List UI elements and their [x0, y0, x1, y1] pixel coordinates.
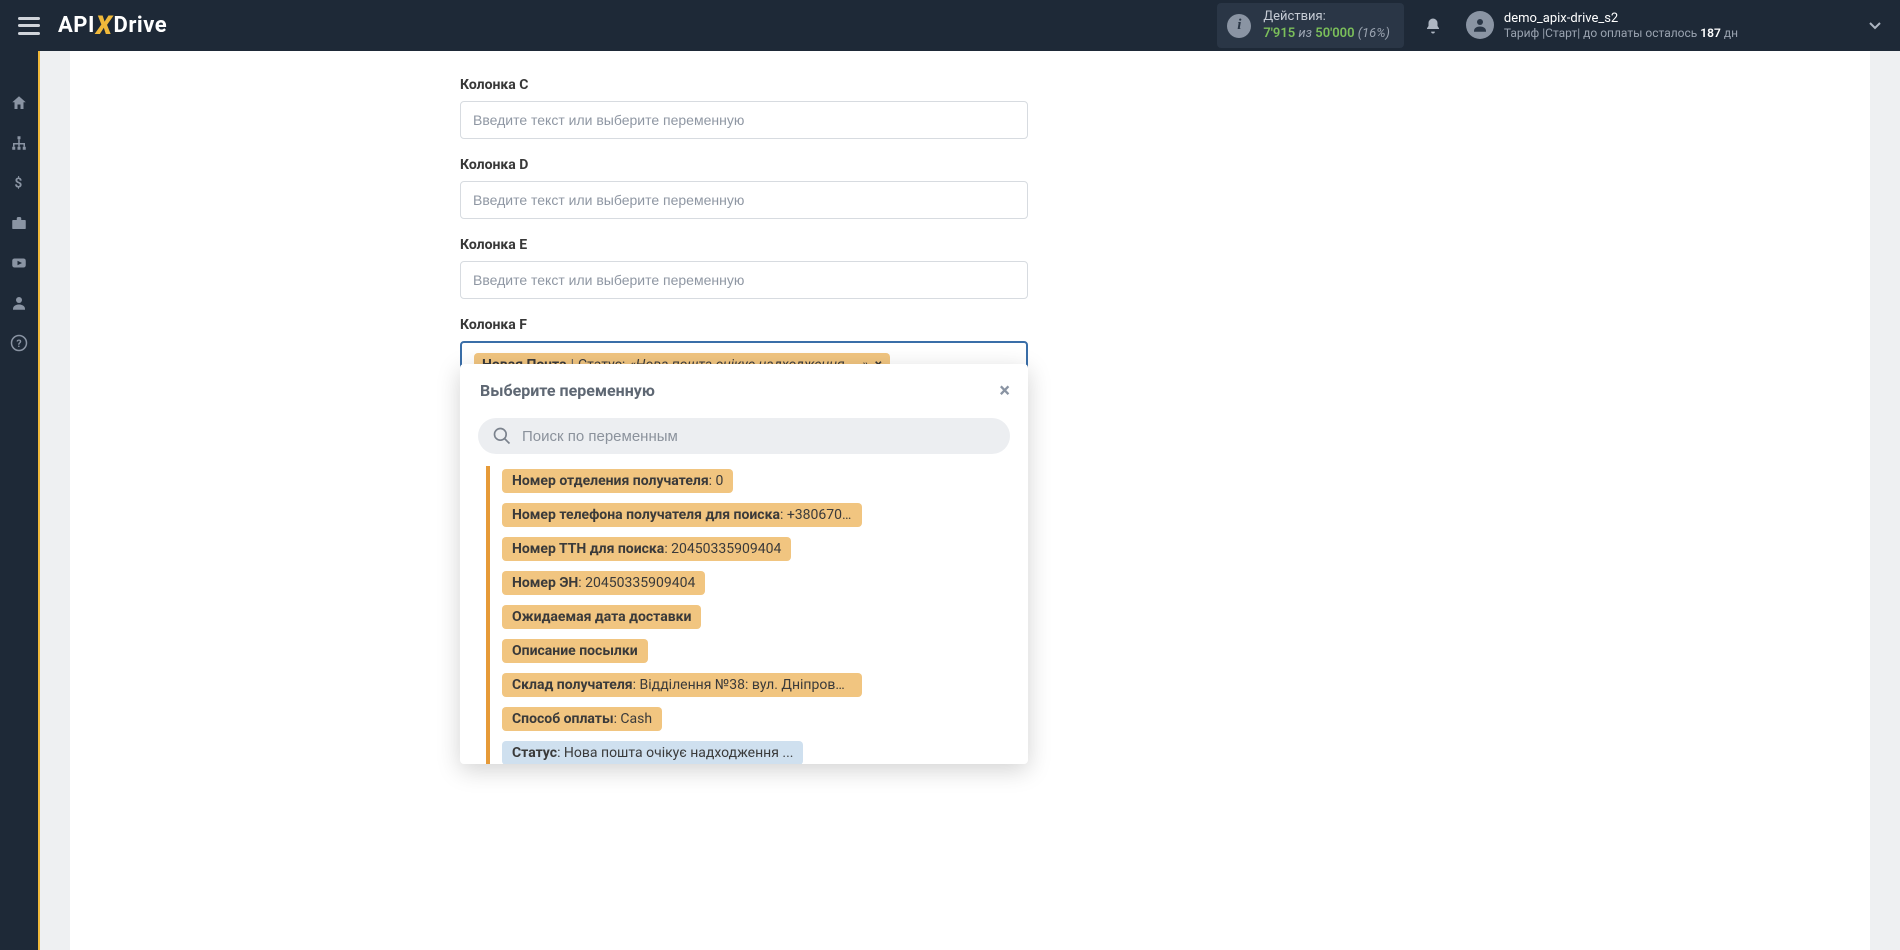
variable-dropdown: Выберите переменную × Номер отделения по…	[460, 364, 1028, 764]
variable-option[interactable]: Номер ТТН для поиска: 20450335909404	[502, 537, 791, 561]
variable-search[interactable]	[478, 418, 1010, 454]
actions-numbers: 7'915 из 50'000 (16%)	[1263, 26, 1390, 42]
field-label: Колонка E	[460, 237, 1028, 253]
field-column-e: Колонка E	[460, 237, 1028, 299]
variable-list[interactable]: Номер отделения получателя: 0 Номер телеф…	[460, 464, 1028, 764]
help-icon[interactable]: ?	[0, 323, 39, 363]
info-icon: i	[1227, 14, 1251, 38]
user-menu[interactable]: demo_apix-drive_s2 Тариф |Старт| до опла…	[1466, 11, 1738, 41]
youtube-icon[interactable]	[0, 243, 39, 283]
user-name: demo_apix-drive_s2	[1504, 11, 1738, 27]
chevron-down-icon[interactable]	[1868, 16, 1882, 35]
field-label: Колонка D	[460, 157, 1028, 173]
actions-label: Действия:	[1263, 9, 1390, 25]
form-card: Колонка C Колонка D Колонка E Колонка F …	[70, 51, 1870, 950]
account-icon[interactable]	[0, 283, 39, 323]
field-label: Колонка F	[460, 317, 1028, 333]
briefcase-icon[interactable]	[0, 203, 39, 243]
field-column-d: Колонка D	[460, 157, 1028, 219]
close-icon[interactable]: ×	[999, 378, 1010, 402]
menu-icon[interactable]	[18, 17, 40, 35]
svg-text:$: $	[15, 176, 23, 192]
logo[interactable]: APIXDrive	[58, 11, 167, 41]
avatar-icon	[1466, 11, 1494, 39]
variable-option[interactable]: Способ оплаты: Cash	[502, 707, 662, 731]
search-input[interactable]	[522, 428, 996, 445]
variable-option[interactable]: Ожидаемая дата доставки	[502, 605, 701, 629]
actions-counter[interactable]: i Действия: 7'915 из 50'000 (16%)	[1217, 3, 1404, 48]
connections-icon[interactable]	[0, 123, 39, 163]
billing-icon[interactable]: $	[0, 163, 39, 203]
field-label: Колонка C	[460, 77, 1028, 93]
content: Колонка C Колонка D Колонка E Колонка F …	[40, 51, 1900, 950]
input-column-e[interactable]	[460, 261, 1028, 299]
variable-option[interactable]: Номер отделения получателя: 0	[502, 469, 733, 493]
search-icon	[492, 426, 512, 446]
sidebar: $ ?	[0, 51, 40, 950]
variable-option[interactable]: Статус: Нова пошта очікує надходження ..…	[502, 741, 803, 764]
input-column-c[interactable]	[460, 101, 1028, 139]
user-tariff: Тариф |Старт| до оплаты осталось 187 дн	[1504, 26, 1738, 40]
field-column-c: Колонка C	[460, 77, 1028, 139]
variable-option[interactable]: Номер ЭН: 20450335909404	[502, 571, 705, 595]
input-column-d[interactable]	[460, 181, 1028, 219]
dropdown-title: Выберите переменную	[480, 381, 655, 400]
bell-icon[interactable]	[1424, 16, 1442, 36]
home-icon[interactable]	[0, 83, 39, 123]
variable-option[interactable]: Склад получателя: Відділення №38: вул. Д…	[502, 673, 862, 697]
app-header: APIXDrive i Действия: 7'915 из 50'000 (1…	[0, 0, 1900, 51]
variable-option[interactable]: Номер телефона получателя для поиска: +3…	[502, 503, 862, 527]
variable-option[interactable]: Описание посылки	[502, 639, 648, 663]
svg-text:?: ?	[16, 337, 21, 350]
